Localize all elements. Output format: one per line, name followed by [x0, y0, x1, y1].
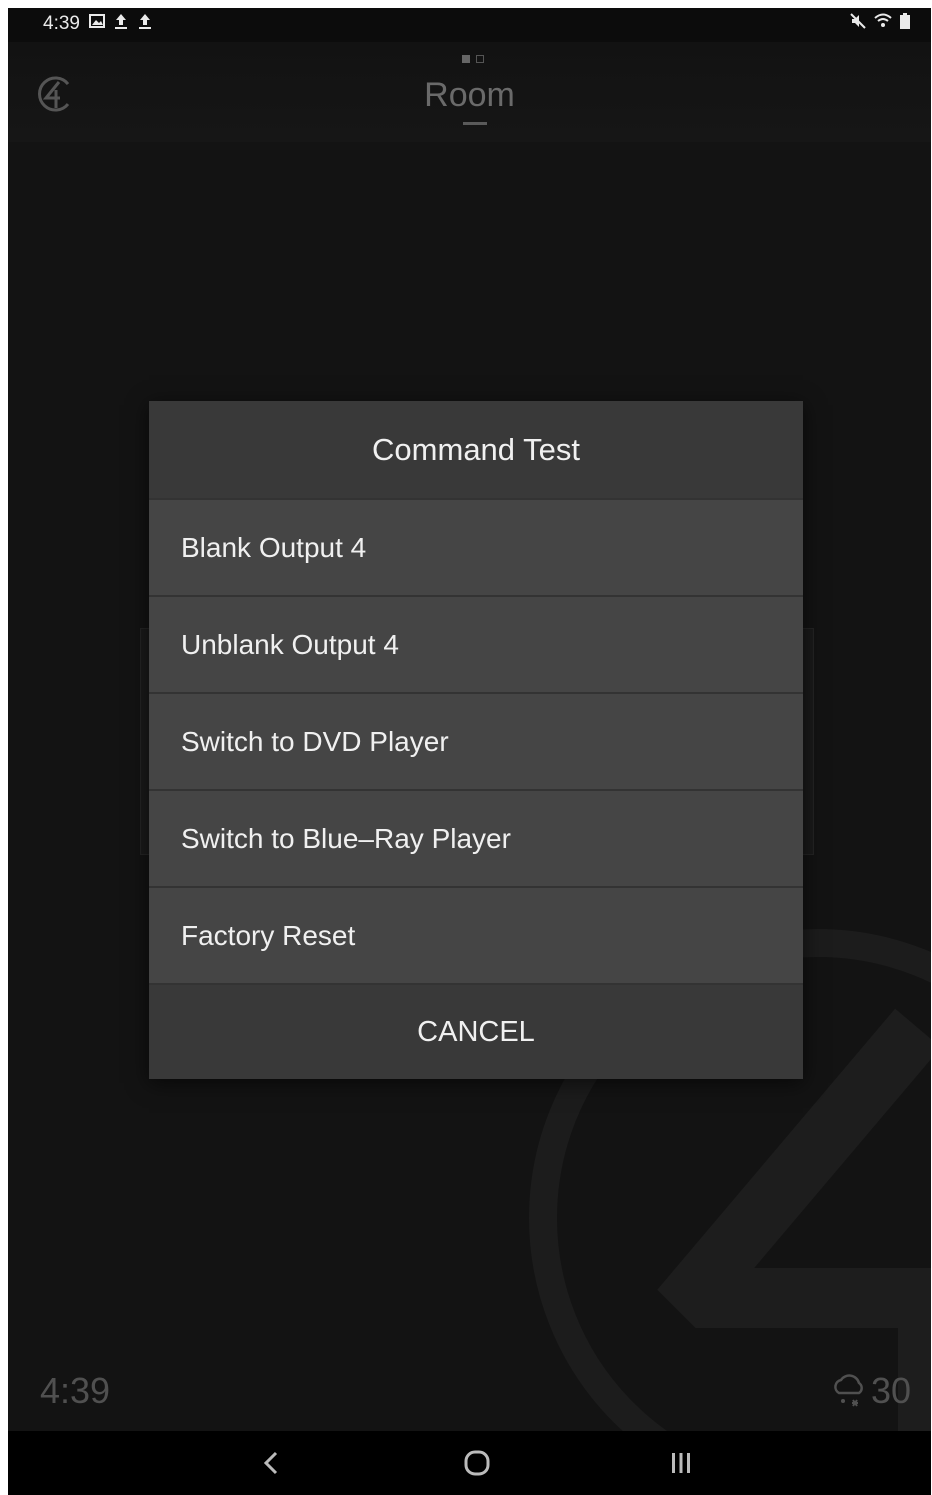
- title-underline: [463, 122, 487, 125]
- command-switch-blue-ray-player[interactable]: Switch to Blue–Ray Player: [149, 789, 803, 886]
- command-switch-dvd-player[interactable]: Switch to DVD Player: [149, 692, 803, 789]
- wifi-icon: [874, 13, 892, 27]
- page-dot-inactive: [476, 55, 484, 63]
- weather-widget[interactable]: 30: [831, 1370, 911, 1412]
- status-time: 4:39: [43, 13, 80, 34]
- battery-icon: [900, 13, 910, 29]
- status-notification-icons: [88, 12, 154, 30]
- page-dot-active: [462, 55, 470, 63]
- home-button[interactable]: [457, 1445, 497, 1481]
- header: Room: [8, 42, 931, 142]
- page-indicator: [462, 55, 484, 63]
- upload-icon: [139, 14, 151, 29]
- footer-clock: 4:39: [40, 1370, 111, 1411]
- page-title: Room: [424, 76, 515, 114]
- command-blank-output-4[interactable]: Blank Output 4: [149, 498, 803, 595]
- command-test-dialog: Command Test Blank Output 4 Unblank Outp…: [149, 401, 803, 1079]
- status-system-icons: [849, 12, 911, 30]
- command-unblank-output-4[interactable]: Unblank Output 4: [149, 595, 803, 692]
- temperature: 30: [870, 1370, 911, 1411]
- command-factory-reset[interactable]: Factory Reset: [149, 886, 803, 983]
- back-icon: [263, 1451, 278, 1475]
- app-screen: 4:39 Room Command Test Blank Output 4 Un…: [8, 8, 931, 1495]
- status-bar: 4:39: [8, 8, 931, 42]
- navigation-bar: [8, 1431, 931, 1495]
- recents-icon: [672, 1453, 690, 1473]
- recents-button[interactable]: [661, 1445, 701, 1481]
- back-button[interactable]: [251, 1445, 291, 1481]
- mute-icon: [850, 13, 866, 29]
- cloud-snow-icon: [834, 1374, 863, 1407]
- cancel-button[interactable]: CANCEL: [149, 983, 803, 1079]
- image-icon: [89, 14, 105, 28]
- dialog-title: Command Test: [149, 401, 803, 498]
- upload-icon: [115, 14, 127, 29]
- home-icon: [464, 1450, 490, 1476]
